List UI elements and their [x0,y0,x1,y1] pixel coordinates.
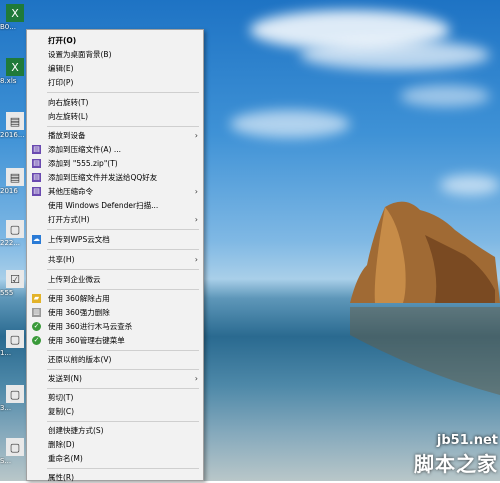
menu-item-label: 创建快捷方式(S) [48,425,104,435]
menu-separator [47,350,199,351]
menu-item-360-manage-menu[interactable]: ✓ 使用 360管理右键菜单 [27,334,203,346]
menu-separator [47,468,199,469]
menu-separator [47,229,199,230]
menu-item-copy[interactable]: 复制(C) [27,405,203,417]
chevron-right-icon: › [194,214,198,224]
menu-item-rotate-left[interactable]: 向左旋转(L) [27,110,203,122]
menu-item-add-to-archive[interactable]: ▤ 添加到压缩文件(A) ... [27,143,203,155]
file-icon[interactable]: ▢ [6,330,24,348]
archive-icon: ▤ [32,186,41,196]
menu-item-label: 复制(C) [48,406,75,416]
checkbox-file-icon[interactable]: ☑ [6,270,24,288]
menu-item-open-with[interactable]: 打开方式(H) › [27,213,203,225]
menu-item-send-to[interactable]: 发送到(N) › [27,372,203,384]
menu-item-label: 添加到 "555.zip"(T) [48,158,118,168]
menu-item-label: 上传到WPS云文档 [48,234,110,244]
watermark-brand: 脚本之家 [414,452,498,476]
menu-item-360-trojan-scan[interactable]: ✓ 使用 360进行木马云查杀 [27,320,203,332]
menu-item-label: 上传到企业微云 [48,274,101,284]
menu-item-label: 打开方式(H) [48,214,90,224]
archive-icon: ▤ [32,172,41,182]
menu-item-label: 剪切(T) [48,392,74,402]
menu-item-label: 使用 Windows Defender扫描... [48,200,159,210]
menu-item-defender-scan[interactable]: 使用 Windows Defender扫描... [27,199,203,211]
menu-item-archive-send-qq[interactable]: ▤ 添加到压缩文件并发送给QQ好友 [27,171,203,183]
menu-item-label: 使用 360管理右键菜单 [48,335,125,345]
rock-arch [350,201,500,395]
menu-item-label: 添加到压缩文件(A) ... [48,144,122,154]
chevron-right-icon: › [194,254,198,264]
menu-item-set-wallpaper[interactable]: 设置为桌面背景(B) [27,48,203,60]
menu-separator [47,421,199,422]
wps-cloud-icon: ☁ [32,234,41,244]
folder-lock-icon: ▰ [32,293,41,303]
menu-item-restore-previous[interactable]: 还原以前的版本(V) [27,353,203,365]
file-icon[interactable]: ▢ [6,385,24,403]
menu-item-label: 重命名(M) [48,453,83,463]
menu-item-rotate-right[interactable]: 向右旋转(T) [27,96,203,108]
360-shield-icon: ✓ [32,321,41,331]
menu-item-label: 删除(D) [48,439,75,449]
watermark-domain: jb51.net [436,433,498,448]
menu-item-print[interactable]: 打印(P) [27,76,203,88]
360-shield-icon: ✓ [32,335,41,345]
menu-item-properties[interactable]: 属性(R) [27,471,203,483]
shredder-icon: ▥ [32,307,41,317]
document-file-icon[interactable]: ▤ [6,168,24,186]
menu-item-rename[interactable]: 重命名(M) [27,452,203,464]
menu-item-label: 编辑(E) [48,63,74,73]
watermark: jb51.net 脚本之家 [414,433,498,477]
menu-item-other-archive-commands[interactable]: ▤ 其他压缩命令 › [27,185,203,197]
menu-item-label: 播放到设备 [48,130,86,140]
menu-item-add-to-zip[interactable]: ▤ 添加到 "555.zip"(T) [27,157,203,169]
menu-item-cut[interactable]: 剪切(T) [27,391,203,403]
menu-item-label: 共享(H) [48,254,75,264]
menu-item-label: 使用 360强力删除 [48,307,110,317]
menu-item-upload-weiyun[interactable]: 上传到企业微云 [27,273,203,285]
menu-item-label: 使用 360进行木马云查杀 [48,321,133,331]
menu-separator [47,269,199,270]
menu-separator [47,249,199,250]
excel-file-icon[interactable]: X [6,4,24,22]
menu-item-360-unlock[interactable]: ▰ 使用 360解除占用 [27,292,203,304]
file-icon[interactable]: ▢ [6,438,24,456]
menu-separator [47,92,199,93]
menu-item-label: 使用 360解除占用 [48,293,110,303]
menu-separator [47,289,199,290]
menu-item-label: 还原以前的版本(V) [48,354,112,364]
menu-item-create-shortcut[interactable]: 创建快捷方式(S) [27,424,203,436]
archive-icon: ▤ [32,158,41,168]
chevron-right-icon: › [194,373,198,383]
menu-item-label: 其他压缩命令 [48,186,93,196]
menu-item-open[interactable]: 打开(O) [27,34,203,46]
menu-item-360-force-delete[interactable]: ▥ 使用 360强力删除 [27,306,203,318]
menu-item-upload-wps[interactable]: ☁ 上传到WPS云文档 [27,233,203,245]
chevron-right-icon: › [194,186,198,196]
menu-separator [47,388,199,389]
context-menu: 打开(O) 设置为桌面背景(B) 编辑(E) 打印(P) 向右旋转(T) 向左旋… [26,29,204,483]
menu-separator [47,126,199,127]
file-icon[interactable]: ▢ [6,220,24,238]
archive-icon: ▤ [32,144,41,154]
menu-item-label: 打印(P) [48,77,74,87]
document-file-icon[interactable]: ▤ [6,112,24,130]
menu-separator [47,369,199,370]
menu-item-edit[interactable]: 编辑(E) [27,62,203,74]
menu-item-label: 打开(O) [48,35,77,45]
menu-item-delete[interactable]: 删除(D) [27,438,203,450]
menu-item-label: 添加到压缩文件并发送给QQ好友 [48,172,158,182]
excel-file-icon[interactable]: X [6,58,24,76]
menu-item-label: 向右旋转(T) [48,97,89,107]
menu-item-label: 设置为桌面背景(B) [48,49,112,59]
menu-item-cast-to-device[interactable]: 播放到设备 › [27,129,203,141]
menu-item-label: 向左旋转(L) [48,111,89,121]
menu-item-label: 发送到(N) [48,373,82,383]
chevron-right-icon: › [194,130,198,140]
menu-item-share[interactable]: 共享(H) › [27,253,203,265]
